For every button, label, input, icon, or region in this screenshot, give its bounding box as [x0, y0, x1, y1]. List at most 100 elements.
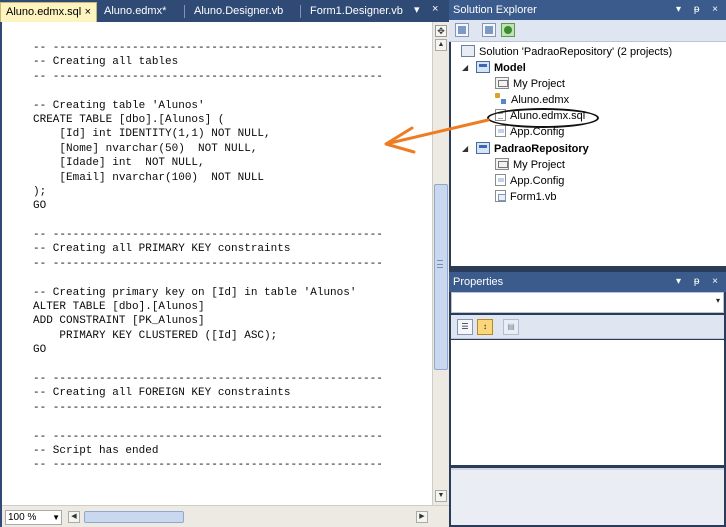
tree-item-form1-vb[interactable]: Form1.vb — [495, 189, 556, 205]
scroll-down-icon[interactable]: ▼ — [435, 490, 447, 502]
code-line[interactable]: -- Script has ended — [33, 444, 383, 458]
config-file-icon — [495, 125, 506, 137]
property-pages-icon[interactable]: ▤ — [503, 319, 519, 335]
tree-item-label: Aluno.edmx — [511, 94, 570, 106]
code-line[interactable]: [Nome] nvarchar(50) NOT NULL, — [33, 142, 383, 156]
code-line[interactable]: GO — [33, 199, 383, 213]
code-line[interactable]: -- Creating primary key on [Id] in table… — [33, 286, 383, 300]
scroll-left-icon[interactable]: ◀ — [68, 511, 80, 523]
code-line[interactable]: -- -------------------------------------… — [33, 257, 383, 271]
my-project-icon — [495, 158, 509, 170]
code-line[interactable]: -- Creating all PRIMARY KEY constraints — [33, 242, 383, 256]
refresh-icon[interactable] — [501, 23, 515, 37]
code-line[interactable]: -- -------------------------------------… — [33, 41, 383, 55]
scroll-right-icon[interactable]: ▶ — [416, 511, 428, 523]
categorized-icon[interactable]: ☰ — [457, 319, 473, 335]
tab-aluno-designer-vb[interactable]: Aluno.Designer.vb — [189, 2, 283, 22]
zoom-value: 100 % — [8, 512, 37, 523]
tree-item-padraorepository-project[interactable]: PadraoRepository — [476, 141, 589, 157]
code-editor[interactable]: -- -------------------------------------… — [0, 22, 449, 527]
properties-title-bar: Properties ▾ ᵽ × — [449, 272, 726, 292]
sql-code[interactable]: -- -------------------------------------… — [33, 41, 383, 473]
collapse-arrow-icon[interactable]: ◢ — [462, 60, 468, 76]
vb-project-icon — [476, 142, 490, 154]
tree-item-label: My Project — [513, 78, 565, 90]
show-all-files-icon[interactable] — [482, 23, 496, 37]
panel-title: Properties — [453, 276, 504, 288]
tree-item-app-config[interactable]: App.Config — [495, 173, 564, 189]
split-window-icon[interactable]: ✥ — [435, 25, 447, 37]
editor-tab-strip: Aluno.edmx.sql × Aluno.edmx* Aluno.Desig… — [0, 0, 449, 22]
code-line[interactable]: -- Creating table 'Alunos' — [33, 99, 383, 113]
tree-item-label: Model — [494, 62, 526, 74]
tree-item-label: PadraoRepository — [494, 143, 589, 155]
scroll-grip-icon — [437, 260, 443, 268]
property-description-pane — [451, 468, 724, 525]
code-line[interactable]: -- -------------------------------------… — [33, 430, 383, 444]
tab-label: Aluno.edmx* — [104, 5, 167, 17]
panel-title: Solution Explorer — [453, 4, 537, 16]
zoom-select[interactable]: 100 % ▼ — [5, 510, 62, 525]
tab-label: Form1.Designer.vb — [310, 5, 403, 17]
tab-aluno-edmx[interactable]: Aluno.edmx* — [99, 2, 166, 22]
chevron-down-icon: ▾ — [715, 296, 720, 305]
entity-model-icon — [495, 93, 507, 105]
code-line[interactable]: -- -------------------------------------… — [33, 70, 383, 84]
panel-window-controls[interactable]: ▾ ᵽ × — [676, 272, 723, 292]
vb-project-icon — [476, 61, 490, 73]
code-line[interactable] — [33, 358, 383, 372]
tree-item-label: Form1.vb — [510, 191, 557, 203]
vertical-scrollbar[interactable]: ✥ ▲ ▼ — [432, 22, 449, 505]
tree-item-my-project[interactable]: My Project — [495, 157, 565, 173]
tree-item-label: App.Config — [510, 175, 565, 187]
collapse-arrow-icon[interactable]: ◢ — [462, 141, 468, 157]
code-line[interactable] — [33, 84, 383, 98]
solution-icon — [461, 45, 475, 57]
vb-file-icon — [495, 190, 506, 202]
tree-item-my-project[interactable]: My Project — [495, 76, 565, 92]
scroll-up-icon[interactable]: ▲ — [435, 39, 447, 51]
code-line[interactable]: [Idade] int NOT NULL, — [33, 156, 383, 170]
scroll-thumb[interactable] — [434, 184, 448, 370]
code-line[interactable]: ADD CONSTRAINT [PK_Alunos] — [33, 314, 383, 328]
code-line[interactable]: ); — [33, 185, 383, 199]
tree-item-label: My Project — [513, 159, 565, 171]
properties-object-select[interactable]: ▾ — [451, 292, 724, 313]
panel-window-controls[interactable]: ▾ ᵽ × — [676, 0, 723, 20]
tree-item-model-project[interactable]: Model — [476, 60, 526, 76]
code-line[interactable]: -- -------------------------------------… — [33, 228, 383, 242]
code-line[interactable]: CREATE TABLE [dbo].[Alunos] ( — [33, 113, 383, 127]
alphabetical-icon[interactable]: ↕ — [477, 319, 493, 335]
code-line[interactable]: [Email] nvarchar(100) NOT NULL — [33, 171, 383, 185]
tab-aluno-edmx-sql[interactable]: Aluno.edmx.sql × — [0, 2, 97, 22]
config-file-icon — [495, 174, 506, 186]
code-line[interactable]: -- -------------------------------------… — [33, 372, 383, 386]
code-line[interactable]: -- -------------------------------------… — [33, 458, 383, 472]
code-line[interactable]: ALTER TABLE [dbo].[Alunos] — [33, 300, 383, 314]
code-line[interactable] — [33, 214, 383, 228]
tree-item-aluno-edmx[interactable]: Aluno.edmx — [495, 92, 569, 108]
properties-icon[interactable] — [455, 23, 469, 37]
code-line[interactable]: -- Creating all FOREIGN KEY constraints — [33, 386, 383, 400]
tree-item-solution[interactable]: Solution 'PadraoRepository' (2 projects) — [461, 44, 672, 60]
tab-form1-designer-vb[interactable]: Form1.Designer.vb — [305, 2, 403, 22]
code-line[interactable]: -- -------------------------------------… — [33, 401, 383, 415]
code-line[interactable]: PRIMARY KEY CLUSTERED ([Id] ASC); — [33, 329, 383, 343]
tab-label: Aluno.edmx.sql — [6, 6, 82, 18]
tab-list-dropdown-icon[interactable]: ▾ — [414, 3, 420, 16]
code-line[interactable] — [33, 271, 383, 285]
code-line[interactable]: GO — [33, 343, 383, 357]
code-line[interactable]: [Id] int IDENTITY(1,1) NOT NULL, — [33, 127, 383, 141]
property-grid[interactable] — [451, 340, 724, 465]
close-document-icon[interactable]: × — [432, 3, 438, 15]
horizontal-scroll-thumb[interactable] — [84, 511, 184, 523]
tree-item-label: Solution 'PadraoRepository' (2 projects) — [479, 46, 673, 58]
tab-close-icon[interactable]: × — [85, 3, 91, 22]
my-project-icon — [495, 77, 509, 89]
code-line[interactable] — [33, 415, 383, 429]
code-line[interactable]: -- Creating all tables — [33, 55, 383, 69]
tab-divider — [300, 5, 301, 18]
tab-label: Aluno.Designer.vb — [194, 5, 284, 17]
solution-explorer-title-bar: Solution Explorer ▾ ᵽ × — [449, 0, 726, 20]
solution-tree: Solution 'PadraoRepository' (2 projects)… — [451, 42, 726, 266]
